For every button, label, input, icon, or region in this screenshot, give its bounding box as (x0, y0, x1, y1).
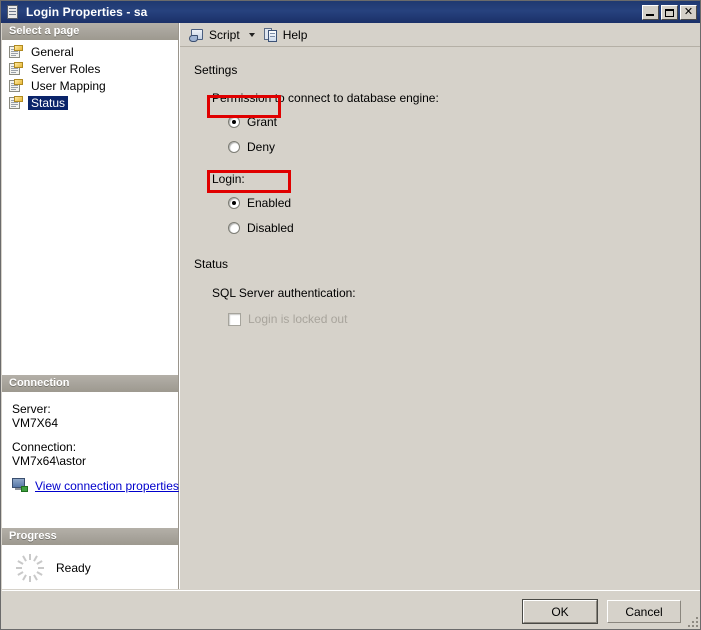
radio-grant-label: Grant (247, 115, 278, 129)
progress-body: Ready (2, 545, 178, 582)
help-pages-icon (263, 27, 280, 43)
radio-enabled[interactable]: Enabled (228, 194, 291, 212)
login-label: Login: (212, 172, 245, 186)
sql-auth-label: SQL Server authentication: (212, 286, 356, 300)
page-icon (8, 62, 24, 76)
page-icon (8, 45, 24, 59)
connection-value: VM7x64\astor (12, 454, 87, 468)
radio-disabled-label: Disabled (247, 221, 294, 235)
sidebar-item-user-mapping[interactable]: User Mapping (8, 78, 178, 94)
form-area: Settings Permission to connect to databa… (180, 47, 700, 328)
window-controls: ✕ (642, 4, 697, 20)
radio-deny[interactable]: Deny (228, 138, 275, 156)
select-a-page-header: Select a page (2, 23, 178, 40)
page-icon (8, 96, 24, 110)
close-icon: ✕ (683, 5, 694, 18)
server-label: Server: (12, 402, 51, 416)
radio-grant[interactable]: Grant (228, 113, 277, 131)
ok-button[interactable]: OK (522, 599, 598, 624)
maximize-button[interactable] (661, 4, 678, 20)
page-list: General Server Roles User Mapping Status (2, 40, 178, 111)
connection-body: Server: VM7X64 Connection: VM7x64\astor … (2, 392, 179, 493)
radio-disabled[interactable]: Disabled (228, 219, 294, 237)
dialog-footer: OK Cancel (2, 590, 700, 629)
progress-panel: Progress Ready (2, 528, 178, 582)
toolbar: Script Help (180, 23, 700, 47)
status-section-title: Status (194, 257, 229, 271)
spinner-icon (16, 554, 44, 582)
radio-enabled-label: Enabled (247, 196, 292, 210)
chevron-down-icon[interactable] (248, 32, 255, 37)
cancel-button[interactable]: Cancel (607, 600, 681, 623)
checkbox-indicator (228, 312, 241, 326)
radio-deny-indicator (228, 141, 240, 153)
sidebar-item-label: General (31, 45, 74, 59)
permission-label: Permission to connect to database engine… (212, 91, 439, 105)
login-properties-dialog: Login Properties - sa ✕ Select a page Ge… (0, 0, 701, 630)
sidebar-item-status[interactable]: Status (8, 95, 178, 111)
progress-header: Progress (2, 528, 178, 545)
sidebar-item-label: Server Roles (31, 62, 101, 76)
connection-panel: Connection Server: VM7X64 Connection: VM… (2, 375, 179, 493)
server-value: VM7X64 (12, 416, 59, 430)
script-scroll-icon (189, 27, 206, 43)
connection-header: Connection (2, 375, 178, 392)
view-connection-properties-link[interactable]: View connection properties (12, 478, 179, 493)
sidebar-item-label: User Mapping (31, 79, 106, 93)
network-computer-icon (12, 478, 30, 493)
checkbox-login-is-locked-out[interactable]: Login is locked out (228, 310, 700, 328)
radio-enabled-indicator (228, 197, 240, 209)
help-button-label: Help (282, 27, 308, 42)
content-pane: Script Help Settings Permission to conne… (179, 23, 700, 589)
checkbox-login-is-locked-out-label: Login is locked out (248, 312, 348, 326)
window-title: Login Properties - sa (26, 5, 148, 19)
window-document-icon (5, 4, 21, 20)
settings-section-title: Settings (194, 63, 238, 77)
title-bar: Login Properties - sa ✕ (1, 1, 700, 23)
close-button[interactable]: ✕ (680, 4, 697, 20)
view-connection-properties-label: View connection properties (35, 478, 179, 493)
script-button-label: Script (209, 27, 240, 42)
resize-grip[interactable] (686, 615, 699, 628)
radio-disabled-indicator (228, 222, 240, 234)
connection-label: Connection: (12, 440, 77, 454)
sidebar-item-label: Status (28, 96, 69, 110)
radio-grant-indicator (228, 116, 240, 128)
help-button[interactable]: Help (260, 25, 311, 45)
progress-status-text: Ready (56, 561, 91, 575)
minimize-button[interactable] (642, 4, 659, 20)
radio-deny-label: Deny (247, 140, 276, 154)
page-icon (8, 79, 24, 93)
sidebar-item-general[interactable]: General (8, 44, 178, 60)
sidebar-item-server-roles[interactable]: Server Roles (8, 61, 178, 77)
script-button[interactable]: Script (186, 25, 243, 45)
sidebar: Select a page General Server Roles User … (2, 23, 179, 589)
